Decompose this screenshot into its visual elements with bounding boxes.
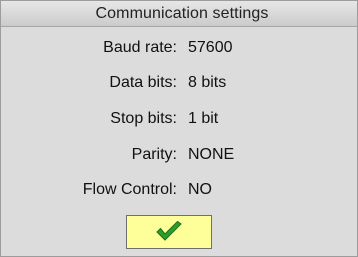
parity-value: NONE [188,146,235,163]
stop-bits-row: Stop bits: 1 bit [1,107,357,131]
data-bits-row: Data bits: 8 bits [1,71,357,95]
dialog-title: Communication settings [95,4,269,22]
flow-control-row: Flow Control: NO [1,178,357,202]
flow-control-label: Flow Control: [82,181,177,198]
baud-rate-label: Baud rate: [103,39,177,56]
flow-control-value: NO [188,181,212,198]
parity-label: Parity: [131,146,177,163]
baud-rate-row: Baud rate: 57600 [1,36,357,60]
dialog-titlebar: Communication settings [1,1,357,27]
stop-bits-label: Stop bits: [110,110,177,127]
checkmark-icon [154,221,184,243]
communication-settings-dialog: Communication settings Baud rate: 57600 … [0,0,358,257]
parity-row: Parity: NONE [1,143,357,167]
data-bits-value: 8 bits [188,74,227,91]
baud-rate-value: 57600 [188,39,233,56]
stop-bits-value: 1 bit [188,110,219,127]
ok-button[interactable] [126,215,212,249]
data-bits-label: Data bits: [109,74,177,91]
